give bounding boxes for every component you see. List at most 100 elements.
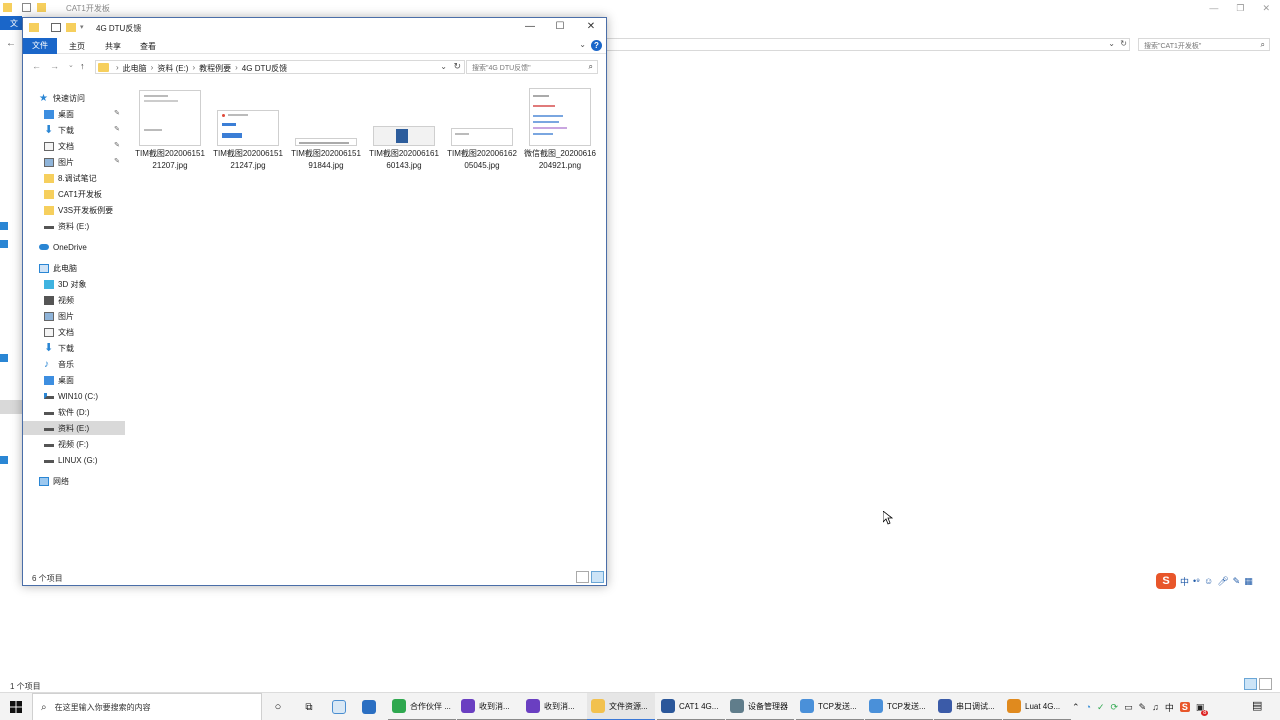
help-icon[interactable]: ? bbox=[591, 40, 602, 51]
taskbar-search-box[interactable]: ⌕ 在这里输入你要搜索的内容 bbox=[32, 693, 262, 720]
ribbon-expand-icon[interactable]: ⌄ bbox=[579, 40, 586, 49]
taskbar-app[interactable]: CAT1 4G... bbox=[657, 693, 725, 720]
taskbar-app[interactable]: 设备管理器 bbox=[726, 693, 794, 720]
sidebar-item-downloads[interactable]: ⬇ 下载 ✎ bbox=[23, 123, 125, 137]
chevron-down-icon[interactable]: ⌄ bbox=[1108, 39, 1115, 48]
volume-icon[interactable]: ♫ bbox=[1152, 702, 1159, 712]
file-item[interactable]: TIM截图20200615121247.jpg bbox=[211, 88, 285, 171]
taskbar-app[interactable]: 串口调试... bbox=[934, 693, 1002, 720]
sogou-logo-icon[interactable]: S bbox=[1156, 573, 1176, 589]
taskbar-app[interactable]: TCP发送... bbox=[865, 693, 933, 720]
start-button[interactable] bbox=[0, 693, 32, 720]
sidebar-item-drive-d[interactable]: 软件 (D:) bbox=[23, 405, 125, 419]
search-input[interactable]: 搜索"4G DTU反馈" ⌕ bbox=[466, 60, 598, 74]
sidebar-item-onedrive[interactable]: OneDrive bbox=[23, 240, 125, 254]
tab-file[interactable]: 文件 bbox=[23, 38, 57, 54]
file-item[interactable]: TIM截图20200615121207.jpg bbox=[133, 88, 207, 171]
search-icon[interactable]: ⌕ bbox=[1261, 40, 1265, 50]
ime-toolbar[interactable]: S 中 •⁹ ☺ 🎤︎ ✎ ▦ bbox=[1154, 572, 1280, 590]
taskbar-app[interactable]: Luat 4G... bbox=[1003, 693, 1071, 720]
punctuation-icon[interactable]: •⁹ bbox=[1193, 576, 1200, 586]
folder-icon[interactable] bbox=[37, 3, 46, 12]
new-folder-icon[interactable] bbox=[66, 23, 76, 32]
taskbar-app-file-explorer[interactable]: 文件资源... bbox=[587, 693, 655, 720]
sidebar-item-debug-notes[interactable]: 8.调试笔记 bbox=[23, 171, 125, 185]
taskbar-app[interactable]: 收到消... bbox=[522, 693, 590, 720]
sidebar-item-pictures-pc[interactable]: 图片 bbox=[23, 309, 125, 323]
sidebar-item-documents-pc[interactable]: 文档 bbox=[23, 325, 125, 339]
chevron-right-icon[interactable]: › bbox=[192, 63, 195, 74]
chevron-up-icon[interactable]: ⌃ bbox=[1072, 702, 1080, 713]
taskbar-app[interactable]: TCP发送... bbox=[796, 693, 864, 720]
file-item[interactable]: TIM截图20200615191844.jpg bbox=[289, 88, 363, 171]
pin-icon[interactable]: ✎ bbox=[114, 157, 120, 165]
sidebar-item-drive-e[interactable]: 资料 (E:) bbox=[23, 421, 125, 435]
tray-app-icon[interactable]: ▣ 8 bbox=[1196, 702, 1209, 716]
chevron-down-icon[interactable]: ▾ bbox=[80, 23, 86, 32]
sidebar-item-drive-e-quick[interactable]: 资料 (E:) bbox=[23, 219, 125, 233]
details-view-icon[interactable] bbox=[1244, 678, 1257, 690]
sidebar-item-v3s[interactable]: V3S开发板例要 bbox=[23, 203, 125, 217]
close-icon[interactable]: ✕ bbox=[585, 21, 597, 32]
sidebar-item-network[interactable]: 网络 bbox=[23, 474, 125, 488]
minimize-icon[interactable]: — bbox=[524, 21, 536, 32]
breadcrumb-drive-e[interactable]: 资料 (E:) bbox=[157, 63, 188, 74]
sidebar-item-drive-g[interactable]: LINUX (G:) bbox=[23, 453, 125, 467]
large-icons-view-icon[interactable] bbox=[1259, 678, 1272, 690]
minimize-icon[interactable]: — bbox=[1209, 3, 1218, 13]
cortana-icon[interactable]: ○ bbox=[270, 693, 286, 720]
chevron-right-icon[interactable]: › bbox=[235, 63, 238, 74]
tray-app-icon[interactable]: ✓ bbox=[1097, 702, 1105, 713]
pin-icon[interactable]: ✎ bbox=[114, 125, 120, 133]
details-view-icon[interactable] bbox=[576, 571, 589, 583]
properties-icon[interactable] bbox=[51, 23, 61, 32]
file-item[interactable]: TIM截图20200616160143.jpg bbox=[367, 88, 441, 171]
sidebar-item-desktop[interactable]: 桌面 ✎ bbox=[23, 107, 125, 121]
ime-mode[interactable]: 中 bbox=[1180, 575, 1189, 588]
chevron-down-icon[interactable]: ⌄ bbox=[440, 62, 447, 71]
background-address-bar[interactable]: ⌄ ↻ bbox=[606, 38, 1130, 51]
background-file-tab[interactable]: 文 bbox=[0, 16, 22, 30]
sidebar-item-this-pc[interactable]: 此电脑 bbox=[23, 261, 125, 275]
pin-icon[interactable]: ✎ bbox=[114, 141, 120, 149]
file-item[interactable]: TIM截图20200616205045.jpg bbox=[445, 88, 519, 171]
sidebar-item-videos[interactable]: 视频 bbox=[23, 293, 125, 307]
close-icon[interactable]: ✕ bbox=[1262, 3, 1270, 14]
pen-icon[interactable]: ✎ bbox=[1139, 702, 1147, 713]
tray-app-icon[interactable]: ◔ bbox=[1086, 702, 1091, 712]
action-center-icon[interactable]: ▤ bbox=[1252, 699, 1266, 713]
file-item[interactable]: 微信截图_20200616204921.png bbox=[523, 88, 597, 171]
taskbar-app[interactable]: 合作伙伴 ... bbox=[388, 693, 456, 720]
up-arrow-icon[interactable]: ↑ bbox=[80, 61, 85, 71]
tab-view[interactable]: 查看 bbox=[140, 41, 156, 52]
large-icons-view-icon[interactable] bbox=[591, 571, 604, 583]
sogou-tray-icon[interactable]: S bbox=[1179, 702, 1190, 712]
toolbox-icon[interactable]: ▦ bbox=[1244, 576, 1253, 587]
input-language[interactable]: 中 bbox=[1165, 701, 1174, 714]
breadcrumb-this-pc[interactable]: 此电脑 bbox=[123, 63, 147, 74]
network-icon[interactable]: ▭ bbox=[1124, 702, 1133, 713]
breadcrumb-tutorial[interactable]: 教程例要 bbox=[199, 63, 231, 74]
recent-locations-icon[interactable]: ⌄ bbox=[68, 61, 74, 69]
sync-icon[interactable]: ⟳ bbox=[1111, 702, 1119, 713]
sidebar-item-desktop-pc[interactable]: 桌面 bbox=[23, 373, 125, 387]
forward-arrow-icon[interactable]: → bbox=[50, 61, 59, 71]
sidebar-item-drive-f[interactable]: 视频 (F:) bbox=[23, 437, 125, 451]
taskbar-app[interactable]: 收到消... bbox=[457, 693, 525, 720]
tab-home[interactable]: 主页 bbox=[69, 41, 85, 52]
skin-icon[interactable]: ✎ bbox=[1233, 576, 1241, 587]
back-arrow-icon[interactable]: ← bbox=[32, 61, 41, 71]
checkbox-icon[interactable] bbox=[22, 3, 31, 12]
breadcrumb-current[interactable]: 4G DTU反馈 bbox=[242, 63, 287, 74]
maximize-icon[interactable]: ☐ bbox=[554, 21, 566, 32]
sidebar-item-music[interactable]: ♪ 音乐 bbox=[23, 357, 125, 371]
sidebar-item-downloads-pc[interactable]: ⬇ 下载 bbox=[23, 341, 125, 355]
sidebar-item-drive-c[interactable]: WIN10 (C:) bbox=[23, 389, 125, 403]
tab-share[interactable]: 共享 bbox=[105, 41, 121, 52]
sidebar-item-pictures[interactable]: 图片 ✎ bbox=[23, 155, 125, 169]
refresh-icon[interactable]: ↻ bbox=[1120, 39, 1127, 48]
pin-icon[interactable]: ✎ bbox=[114, 109, 120, 117]
pinned-app-icon[interactable] bbox=[330, 693, 352, 720]
window-titlebar[interactable]: ▾ 4G DTU反馈 — ☐ ✕ bbox=[23, 18, 606, 38]
mic-icon[interactable]: 🎤︎ bbox=[1217, 576, 1228, 587]
